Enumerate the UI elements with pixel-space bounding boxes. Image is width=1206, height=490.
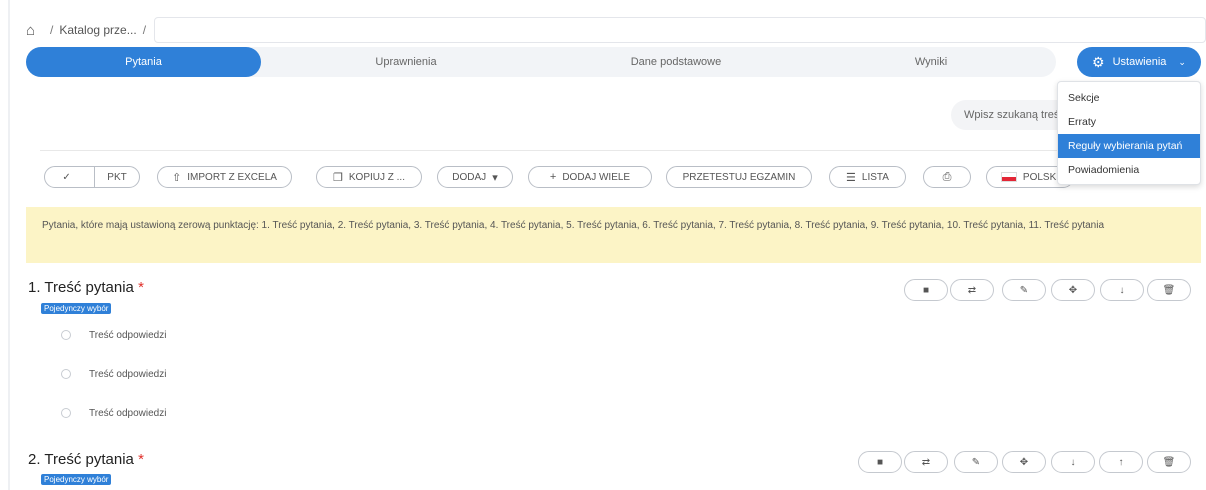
tab-bar: Pytania Uprawnienia Dane podstawowe Wyni… [26,47,1056,77]
add-label: DODAJ [452,171,487,183]
breadcrumb-separator: / [142,23,147,37]
caret-down-icon: ▾ [492,171,498,184]
tab-pytania[interactable]: Pytania [26,47,261,77]
settings-label: Ustawienia [1112,56,1167,68]
question-type-badge: Pojedynczy wybór [41,474,112,485]
radio-button[interactable] [61,408,71,418]
settings-button[interactable]: ⚙ Ustawienia ⌄ [1077,47,1201,77]
list-label: LISTA [861,171,889,183]
upload-icon: ⇧ [172,171,182,184]
edit-button[interactable]: ✎ [954,451,998,473]
check-icon[interactable]: ✓ [45,167,88,187]
language-label: POLSKI [1022,171,1060,183]
radio-button[interactable] [61,369,71,379]
answer-option[interactable]: Treść odpowiedzi [61,327,166,343]
required-star: * [138,279,144,296]
save-button[interactable]: ■ [904,279,948,301]
test-exam-button[interactable]: PRZETESTUJ EGZAMIN [666,166,812,188]
list-button[interactable]: ☰ LISTA [829,166,906,188]
move-button[interactable]: ✥ [1051,279,1095,301]
add-many-button[interactable]: + DODAJ WIELE [528,166,652,188]
menu-item-question-rules[interactable]: Reguły wybierania pytań [1058,134,1200,158]
home-icon[interactable]: ⌂ [26,22,44,39]
add-many-label: DODAJ WIELE [562,171,631,183]
breadcrumb-separator: / [50,23,54,37]
add-dropdown-button[interactable]: DODAJ ▾ [437,166,513,188]
radio-button[interactable] [61,330,71,340]
question-title-text: 1. Treść pytania [28,279,134,296]
question-title-text: 2. Treść pytania [28,451,134,468]
move-down-button[interactable]: ↓ [1051,451,1095,473]
menu-item-erraty[interactable]: Erraty [1058,110,1200,134]
breadcrumb: ⌂ / Katalog prze... / [26,16,1206,44]
answer-text: Treść odpowiedzi [89,368,167,380]
shuffle-button[interactable]: ⇄ [904,451,948,473]
chevron-down-icon: ⌄ [1178,56,1186,67]
import-label: IMPORT Z EXCELA [187,171,277,183]
move-button[interactable]: ✥ [1002,451,1046,473]
poland-flag-icon [1000,172,1017,182]
move-down-button[interactable]: ↓ [1100,279,1144,301]
plus-icon: + [549,171,557,183]
zero-score-notice: Pytania, które mają ustawioną zerową pun… [26,207,1201,263]
divider [40,150,1190,151]
pkt-button[interactable]: PKT [94,167,139,187]
tab-uprawnienia[interactable]: Uprawnienia [321,47,491,77]
answer-option[interactable]: Treść odpowiedzi [61,405,166,421]
menu-item-sekcje[interactable]: Sekcje [1058,86,1200,110]
gear-icon: ⚙ [1092,53,1105,70]
copy-label: KOPIUJ Z ... [348,171,405,183]
breadcrumb-input[interactable] [154,17,1206,43]
settings-menu: Sekcje Erraty Reguły wybierania pytań Po… [1057,81,1201,185]
copy-from-button[interactable]: ❐ KOPIUJ Z ... [316,166,422,188]
menu-item-notifications[interactable]: Powiadomienia [1058,158,1200,182]
edit-button[interactable]: ✎ [1002,279,1046,301]
delete-button[interactable]: 🗑 [1147,279,1191,301]
tab-wyniki[interactable]: Wyniki [866,47,996,77]
score-toggle[interactable]: ✓ PKT [44,166,140,188]
required-star: * [138,451,144,468]
breadcrumb-item[interactable]: Katalog prze... [59,23,136,37]
print-icon: ⎙ [942,170,952,183]
answer-text: Treść odpowiedzi [89,329,167,341]
print-button[interactable]: ⎙ [923,166,971,188]
tab-dane-podstawowe[interactable]: Dane podstawowe [591,47,761,77]
list-icon: ☰ [846,171,856,184]
shuffle-button[interactable]: ⇄ [950,279,994,301]
question-title: 1. Treść pytania * [28,279,144,296]
question-type-badge: Pojedynczy wybór [41,303,112,314]
answer-text: Treść odpowiedzi [89,407,167,419]
answer-option[interactable]: Treść odpowiedzi [61,366,166,382]
left-edge [8,0,10,490]
copy-icon: ❐ [333,171,343,184]
question-title: 2. Treść pytania * [28,451,144,468]
move-up-button[interactable]: ↑ [1099,451,1143,473]
delete-button[interactable]: 🗑 [1147,451,1191,473]
save-button[interactable]: ■ [858,451,902,473]
import-excel-button[interactable]: ⇧ IMPORT Z EXCELA [157,166,292,188]
